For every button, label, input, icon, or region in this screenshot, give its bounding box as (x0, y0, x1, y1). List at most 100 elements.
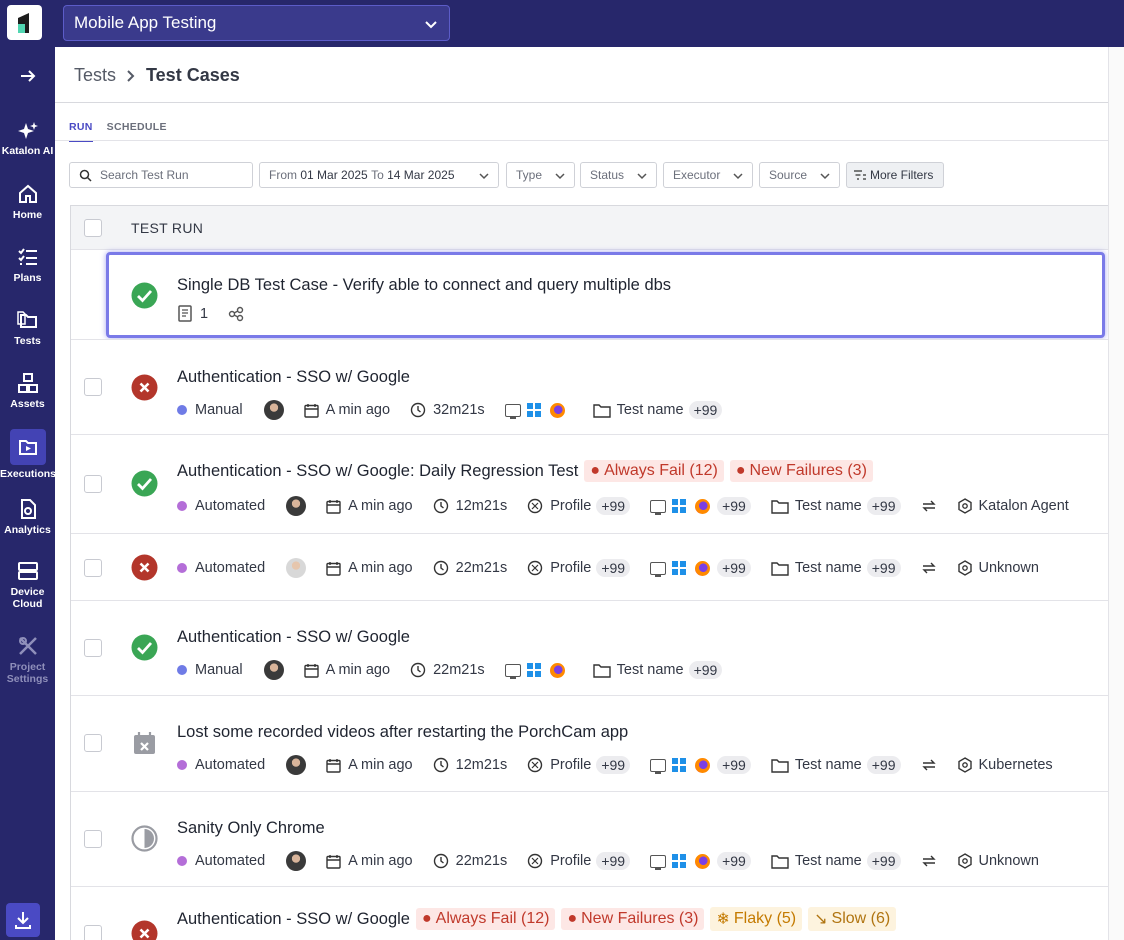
test-run-title[interactable]: Sanity Only Chrome (177, 819, 325, 838)
test-name-count-badge[interactable]: +99 (866, 497, 901, 515)
table-row[interactable]: Authentication - SSO w/ Google Manual A … (71, 339, 1109, 435)
profile-count-badge[interactable]: +99 (596, 497, 631, 515)
environment-count-badge[interactable]: +99 (717, 852, 751, 870)
run-duration: 22m21s (433, 662, 485, 678)
test-run-title[interactable]: Authentication - SSO w/ Google (177, 628, 410, 647)
test-run-title[interactable]: Authentication - SSO w/ Google (177, 910, 410, 929)
katalon-logo[interactable] (7, 5, 42, 40)
test-run-title[interactable]: Lost some recorded videos after restarti… (177, 723, 628, 742)
tools-icon (18, 637, 37, 655)
table-row[interactable]: Lost some recorded videos after restarti… (71, 696, 1109, 792)
test-name-count-badge[interactable]: +99 (688, 661, 723, 679)
divider (55, 140, 1108, 141)
test-run-title[interactable]: Authentication - SSO w/ Google: Daily Re… (177, 462, 578, 481)
sidebar-item-label: Assets (10, 398, 45, 410)
avatar[interactable] (286, 851, 307, 871)
row-checkbox[interactable] (84, 559, 102, 577)
test-name-count-badge[interactable]: +99 (866, 756, 901, 774)
failed-status-icon (131, 920, 158, 940)
flaky-tag[interactable]: ❄ Flaky (5) (710, 907, 803, 931)
desktop-icon (504, 403, 521, 419)
desktop-icon (650, 499, 667, 515)
row-checkbox[interactable] (84, 475, 102, 493)
test-run-title-row: Authentication - SSO w/ Google ● Always F… (177, 907, 897, 931)
table-header: TEST RUN (71, 206, 1109, 250)
row-checkbox[interactable] (84, 830, 102, 848)
sidebar-item-tests[interactable]: Tests (0, 309, 55, 347)
avatar[interactable] (263, 660, 284, 680)
column-header-test-run: TEST RUN (131, 220, 204, 236)
avatar[interactable] (286, 496, 307, 516)
profile-count-badge[interactable]: +99 (596, 559, 631, 577)
environment-count-badge[interactable]: +99 (717, 497, 751, 515)
executor-filter[interactable]: Executor (663, 162, 753, 188)
desktop-icon (650, 758, 667, 774)
new-failures-tag[interactable]: ● New Failures (3) (729, 460, 873, 482)
search-input[interactable]: Search Test Run (69, 162, 253, 188)
always-fail-tag[interactable]: ● Always Fail (12) (415, 908, 556, 930)
sidebar-item-project-settings[interactable]: Project Settings (0, 635, 55, 685)
sidebar-item-katalon-ai[interactable]: Katalon AI (0, 121, 55, 157)
source-filter[interactable]: Source (759, 162, 840, 188)
run-duration: 22m21s (455, 853, 508, 869)
run-duration: 22m21s (455, 560, 508, 576)
row-checkbox[interactable] (84, 378, 102, 396)
profile-icon (528, 560, 543, 576)
table-row[interactable]: Authentication - SSO w/ Google: Daily Re… (71, 435, 1109, 534)
more-filters-button[interactable]: More Filters (846, 162, 944, 188)
run-duration: 32m21s (433, 402, 485, 418)
table-row[interactable]: Sanity Only Chrome Automated A min ago 2… (71, 792, 1109, 887)
breadcrumb-parent[interactable]: Tests (74, 65, 116, 86)
date-range-picker[interactable]: From 01 Mar 2025 To 14 Mar 2025 (259, 162, 499, 188)
row-checkbox[interactable] (84, 639, 102, 657)
project-selector[interactable]: Mobile App Testing (63, 5, 450, 41)
tag-label: Slow (6) (831, 910, 891, 927)
sidebar-expand[interactable] (0, 67, 55, 89)
status-filter-label: Status (590, 168, 625, 182)
avatar[interactable] (263, 400, 284, 420)
sidebar-item-executions[interactable]: Executions (0, 429, 56, 480)
table-row[interactable]: Automated A min ago 22m21s Profile +99 +… (71, 534, 1109, 601)
row-checkbox[interactable] (84, 734, 102, 752)
slow-chart-icon: ↘ (814, 911, 828, 928)
sidebar-item-assets[interactable]: Assets (0, 372, 55, 410)
test-name-count-badge[interactable]: +99 (688, 401, 723, 419)
folders-icon (16, 311, 37, 328)
chevron-down-icon (425, 21, 437, 29)
sidebar-item-device-cloud[interactable]: Device Cloud (0, 560, 55, 610)
download-button[interactable] (6, 903, 40, 937)
run-type: Manual (195, 662, 243, 678)
avatar[interactable] (286, 755, 307, 775)
select-all-checkbox[interactable] (84, 219, 102, 237)
status-filter[interactable]: Status (580, 162, 657, 188)
environment-count-badge[interactable]: +99 (717, 559, 751, 577)
desktop-icon (650, 854, 667, 870)
chevron-down-icon (637, 173, 647, 180)
tab-run[interactable]: RUN (69, 121, 93, 142)
always-fail-tag[interactable]: ● Always Fail (12) (584, 460, 724, 482)
row-checkbox[interactable] (84, 925, 102, 940)
search-placeholder: Search Test Run (100, 168, 189, 182)
environment-count-badge[interactable]: +99 (717, 756, 751, 774)
test-name-count-badge[interactable]: +99 (866, 559, 901, 577)
automated-type-dot (177, 760, 187, 770)
tab-schedule[interactable]: SCHEDULE (107, 121, 167, 142)
calendar-icon (303, 403, 319, 418)
profile-count-badge[interactable]: +99 (596, 852, 631, 870)
tab-bar: RUN SCHEDULE (69, 121, 167, 142)
type-filter[interactable]: Type (506, 162, 575, 188)
date-from-label: From (269, 168, 297, 182)
avatar[interactable] (286, 558, 307, 578)
test-name-count-badge[interactable]: +99 (866, 852, 901, 870)
table-row[interactable]: Authentication - SSO w/ Google ● Always F… (71, 887, 1109, 940)
test-run-title[interactable]: Authentication - SSO w/ Google (177, 368, 410, 387)
sidebar-item-plans[interactable]: Plans (0, 246, 55, 284)
sidebar-item-analytics[interactable]: Analytics (0, 498, 55, 536)
new-failures-tag[interactable]: ● New Failures (3) (561, 908, 705, 930)
run-duration: 12m21s (455, 757, 508, 773)
firefox-icon (549, 662, 565, 678)
sidebar-item-home[interactable]: Home (0, 183, 55, 221)
profile-count-badge[interactable]: +99 (596, 756, 631, 774)
table-row[interactable]: Authentication - SSO w/ Google Manual A … (71, 601, 1109, 696)
slow-tag[interactable]: ↘ Slow (6) (808, 907, 897, 931)
